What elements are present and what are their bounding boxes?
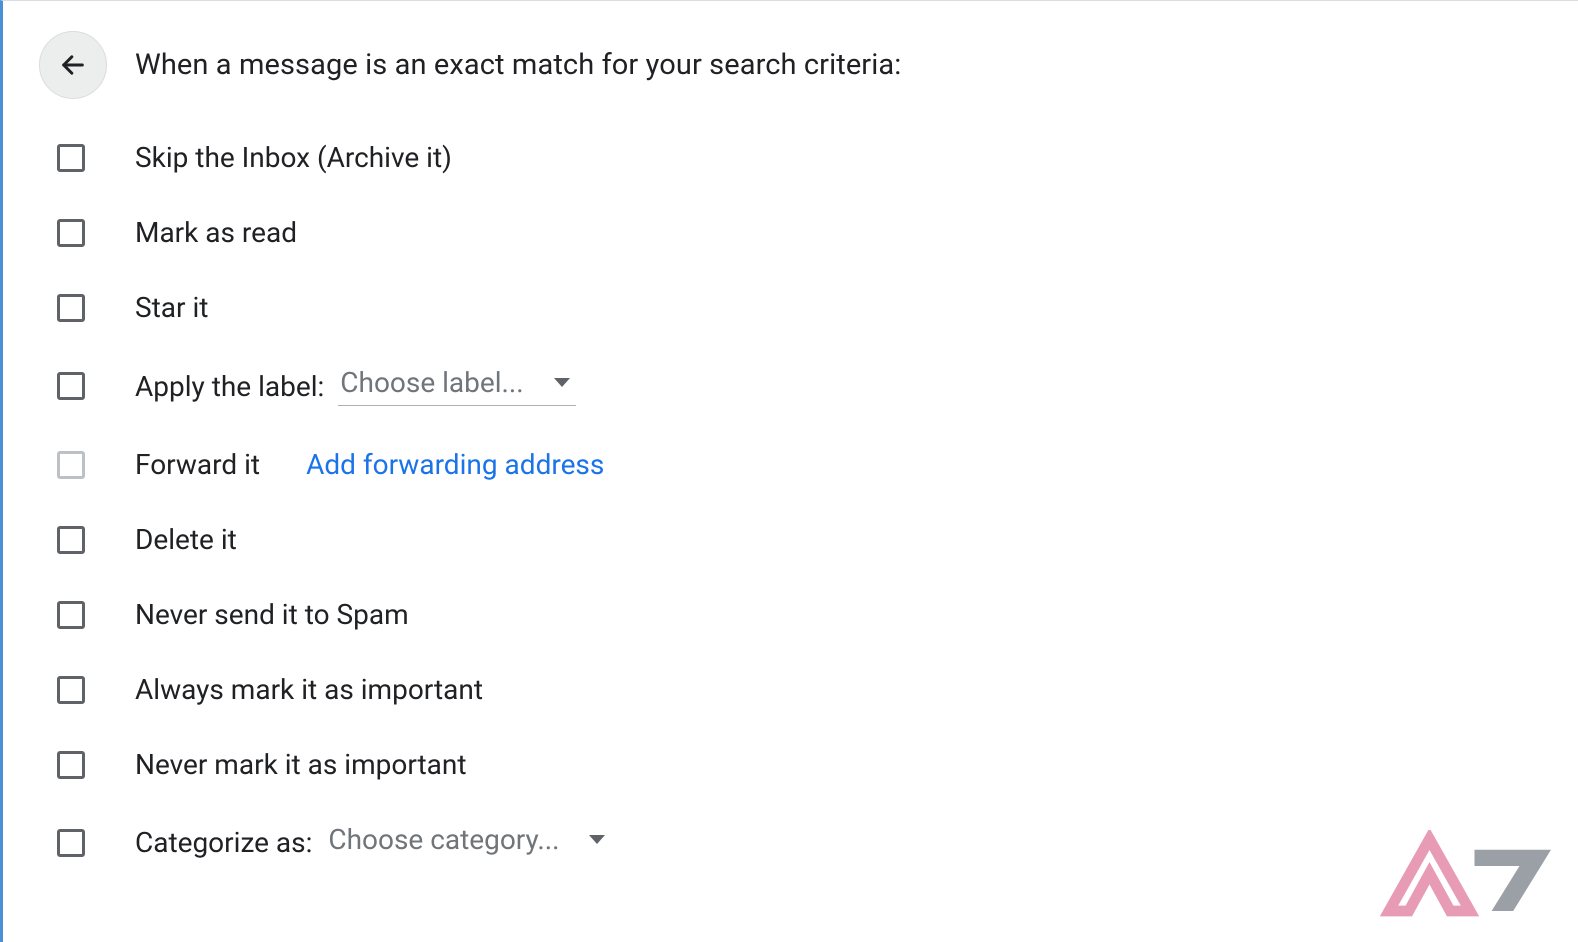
back-button[interactable] [39, 31, 107, 99]
checkbox-categorize-as[interactable] [57, 829, 85, 857]
checkbox-never-spam[interactable] [57, 601, 85, 629]
label-mark-read: Mark as read [135, 216, 297, 249]
checkbox-skip-inbox[interactable] [57, 144, 85, 172]
option-star-it: Star it [57, 291, 1578, 324]
checkbox-forward-it[interactable] [57, 451, 85, 479]
option-forward-it: Forward it Add forwarding address [57, 448, 1578, 481]
checkbox-delete-it[interactable] [57, 526, 85, 554]
checkbox-apply-label[interactable] [57, 372, 85, 400]
checkbox-mark-read[interactable] [57, 219, 85, 247]
option-mark-read: Mark as read [57, 216, 1578, 249]
caret-down-icon [589, 835, 605, 844]
dropdown-choose-label-text: Choose label... [340, 366, 523, 399]
options-list: Skip the Inbox (Archive it) Mark as read… [39, 141, 1578, 862]
option-never-important: Never mark it as important [57, 748, 1578, 781]
caret-down-icon [554, 378, 570, 387]
header-row: When a message is an exact match for you… [39, 31, 1578, 99]
label-delete-it: Delete it [135, 523, 237, 556]
option-never-spam: Never send it to Spam [57, 598, 1578, 631]
option-categorize-as: Categorize as: Choose category... [57, 823, 1578, 862]
watermark-logo [1380, 830, 1560, 924]
checkbox-star-it[interactable] [57, 294, 85, 322]
option-skip-inbox: Skip the Inbox (Archive it) [57, 141, 1578, 174]
ap-logo-icon [1380, 830, 1560, 920]
label-forward-it: Forward it [135, 448, 260, 481]
label-always-important: Always mark it as important [135, 673, 483, 706]
label-categorize-as: Categorize as: [135, 826, 312, 859]
label-never-spam: Never send it to Spam [135, 598, 409, 631]
label-never-important: Never mark it as important [135, 748, 467, 781]
dropdown-choose-label[interactable]: Choose label... [338, 366, 575, 406]
dropdown-choose-category[interactable]: Choose category... [326, 823, 611, 862]
option-always-important: Always mark it as important [57, 673, 1578, 706]
filter-actions-panel: When a message is an exact match for you… [3, 1, 1578, 862]
arrow-left-icon [59, 51, 87, 79]
panel-title: When a message is an exact match for you… [135, 48, 901, 82]
label-apply-label: Apply the label: [135, 370, 324, 403]
option-apply-label: Apply the label: Choose label... [57, 366, 1578, 406]
checkbox-always-important[interactable] [57, 676, 85, 704]
label-star-it: Star it [135, 291, 208, 324]
checkbox-never-important[interactable] [57, 751, 85, 779]
dropdown-choose-category-text: Choose category... [328, 823, 559, 856]
label-skip-inbox: Skip the Inbox (Archive it) [135, 141, 452, 174]
link-add-forwarding-address[interactable]: Add forwarding address [306, 448, 604, 481]
option-delete-it: Delete it [57, 523, 1578, 556]
